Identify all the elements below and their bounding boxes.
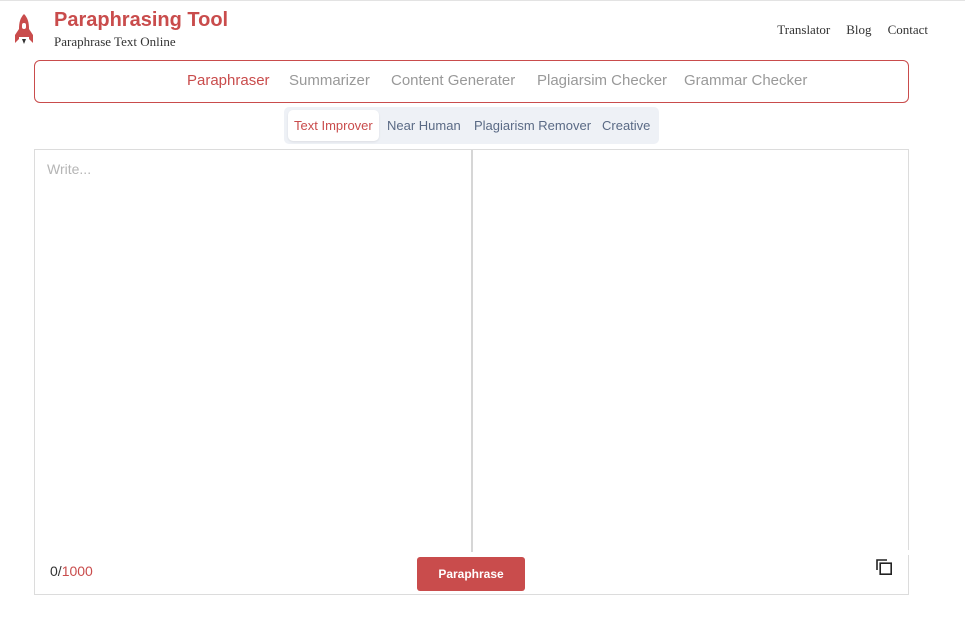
tool-tabs: Paraphraser Summarizer Content Generater… bbox=[34, 60, 909, 103]
editor-panel: 0/1000 Paraphrase bbox=[34, 149, 909, 595]
tab-summarizer[interactable]: Summarizer bbox=[289, 72, 370, 89]
paraphrase-button[interactable]: Paraphrase bbox=[417, 557, 525, 591]
output-area bbox=[473, 150, 908, 550]
tab-paraphraser[interactable]: Paraphraser bbox=[187, 72, 270, 89]
site-subtitle: Paraphrase Text Online bbox=[54, 34, 176, 49]
site-title[interactable]: Paraphrasing Tool bbox=[54, 9, 228, 32]
nav-link-translator[interactable]: Translator bbox=[777, 22, 830, 38]
top-nav: Translator Blog Contact bbox=[777, 22, 928, 38]
char-count: 0 bbox=[50, 563, 58, 579]
input-textarea[interactable] bbox=[35, 150, 471, 550]
character-counter: 0/1000 bbox=[50, 563, 93, 579]
nav-link-contact[interactable]: Contact bbox=[888, 22, 928, 38]
mode-near-human[interactable]: Near Human bbox=[387, 118, 461, 133]
tab-plagiarsim-checker[interactable]: Plagiarsim Checker bbox=[537, 72, 667, 89]
rocket-icon bbox=[15, 14, 33, 44]
nav-link-blog[interactable]: Blog bbox=[846, 22, 871, 38]
copy-icon[interactable] bbox=[875, 558, 893, 576]
mode-plagiarism-remover[interactable]: Plagiarism Remover bbox=[474, 118, 591, 133]
mode-selector: Text Improver Near Human Plagiarism Remo… bbox=[284, 107, 659, 144]
char-limit: 1000 bbox=[61, 563, 93, 579]
mode-text-improver[interactable]: Text Improver bbox=[288, 110, 379, 141]
tab-grammar-checker[interactable]: Grammar Checker bbox=[684, 72, 807, 89]
mode-creative[interactable]: Creative bbox=[602, 118, 650, 133]
tab-content-generater[interactable]: Content Generater bbox=[391, 72, 515, 89]
